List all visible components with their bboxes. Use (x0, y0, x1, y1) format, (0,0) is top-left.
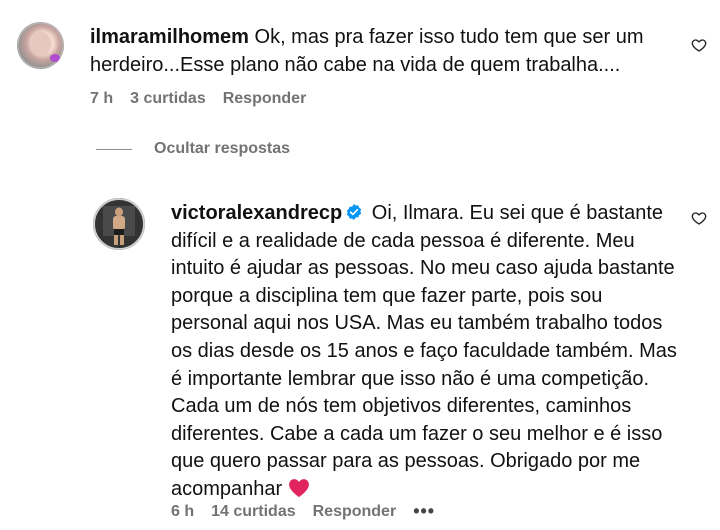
reply-time[interactable]: 6 h (171, 503, 194, 521)
reply-likes[interactable]: 14 curtidas (211, 503, 295, 521)
reply-username[interactable]: victoralexandrecp (171, 202, 342, 224)
comment-likes[interactable]: 3 curtidas (130, 90, 206, 108)
comment-body: ilmaramilhomem Ok, mas pra fazer isso tu… (90, 24, 665, 79)
avatar-image (93, 198, 145, 250)
heart-emoji-icon (289, 479, 310, 498)
comment-avatar[interactable] (17, 22, 64, 69)
hide-replies-label: Ocultar respostas (154, 140, 291, 157)
verified-badge-icon (347, 204, 362, 220)
comment-meta: 7 h 3 curtidas Responder (90, 90, 323, 108)
reply-body: victoralexandrecp Oi, Ilmara. Eu sei que… (171, 200, 681, 504)
more-options-icon[interactable]: ••• (413, 501, 435, 522)
reply-avatar[interactable] (93, 198, 145, 250)
reply-reply-button[interactable]: Responder (313, 503, 397, 521)
reply-text: Oi, Ilmara. Eu sei que é bastante difíci… (171, 202, 677, 500)
comment-time[interactable]: 7 h (90, 90, 113, 108)
avatar-image (17, 22, 64, 69)
hide-replies-button[interactable]: Ocultar respostas (96, 140, 290, 158)
hide-replies-line (96, 148, 132, 150)
reply-meta: 6 h 14 curtidas Responder ••• (171, 501, 452, 522)
comment-reply-button[interactable]: Responder (223, 90, 307, 108)
like-heart-icon[interactable] (691, 37, 707, 53)
reply-like-heart-icon[interactable] (691, 210, 707, 226)
comment-username[interactable]: ilmaramilhomem (90, 26, 249, 48)
